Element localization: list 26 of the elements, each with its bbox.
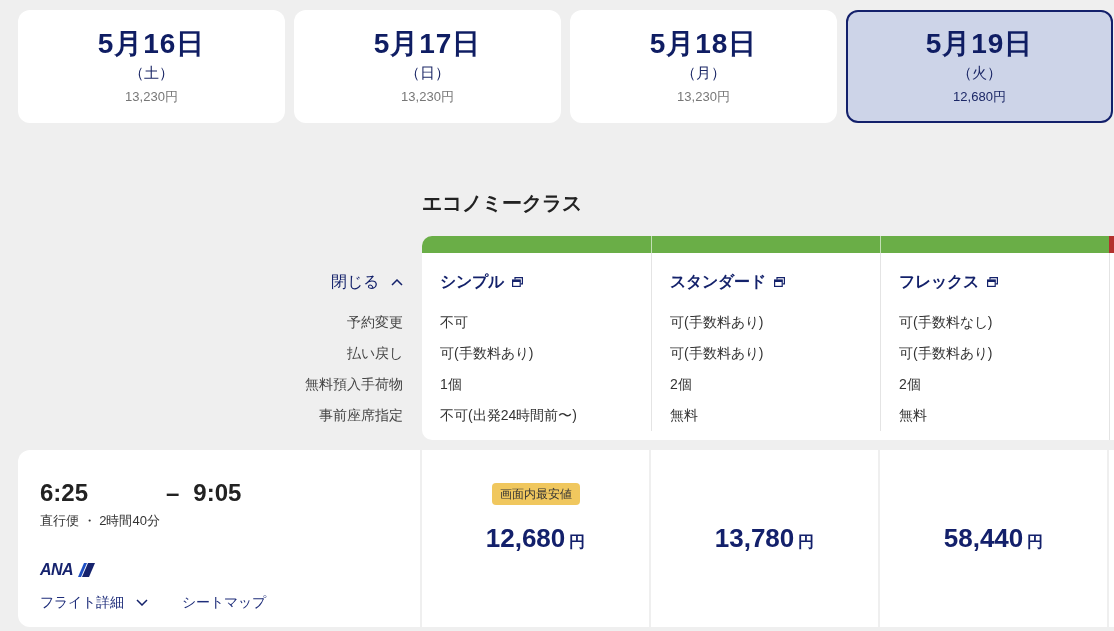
time-separator: – <box>166 478 180 508</box>
chevron-down-icon <box>136 598 148 606</box>
fare-price-cell[interactable]: 13,780 円 <box>651 450 878 627</box>
collapse-toggle[interactable]: 閉じる <box>331 271 403 293</box>
lowest-price-badge: 画面内最安値 <box>491 483 580 505</box>
airline-name: ANA <box>40 560 74 580</box>
date-tab[interactable]: 5月19日 （火） 12,680円 <box>846 10 1113 123</box>
row-label: 払い戻し <box>347 345 403 361</box>
caret-up-icon <box>391 278 403 286</box>
date-tab[interactable]: 5月16日 （土） 13,230円 <box>18 10 285 123</box>
seat-map-link[interactable]: シートマップ <box>182 592 266 612</box>
fare-price: 13,780 円 <box>714 522 815 555</box>
arrival-time: 9:05 <box>193 478 242 508</box>
row-label: 無料預入手荷物 <box>305 376 403 392</box>
fare-price-cell[interactable]: 画面内最安値 12,680 円 <box>422 450 649 627</box>
departure-time: 6:25 <box>40 479 89 506</box>
flight-summary: 直行便 ・ 2時間40分 <box>40 513 160 528</box>
flight-details-link[interactable]: フライト詳細 <box>40 592 148 612</box>
class-title: エコノミークラス <box>422 192 582 214</box>
fare-price-cell[interactable]: 58,440 円 <box>880 450 1107 627</box>
row-label: 予約変更 <box>347 314 403 330</box>
row-label: 事前座席指定 <box>319 407 403 423</box>
date-tab[interactable]: 5月18日 （月） 13,230円 <box>570 10 837 123</box>
date-tab[interactable]: 5月17日 （日） 13,230円 <box>294 10 561 123</box>
fare-price: 58,440 円 <box>943 522 1044 555</box>
fare-price: 12,680 円 <box>485 522 586 555</box>
